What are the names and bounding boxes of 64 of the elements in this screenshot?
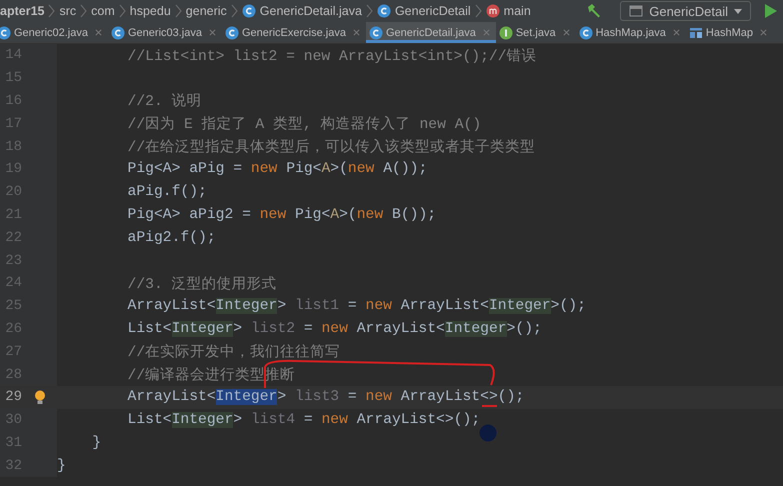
chevron-icon (80, 4, 88, 18)
chevron-icon (366, 4, 373, 18)
caret-icon (734, 8, 742, 14)
chevron-icon (118, 4, 126, 18)
code-line: //2. 说明 (126, 92, 202, 110)
code-line: //编译器会进行类型推断 (126, 366, 296, 384)
code-line: //在给泛型指定具体类型后，可以传入该类型或者其子类类型 (126, 138, 536, 156)
editor-tab[interactable]: Generic03.java (108, 22, 222, 43)
class-icon (225, 26, 239, 40)
code-line: //List<int> list2 = new ArrayList<int>();//错误 (126, 47, 537, 65)
window-icon (629, 5, 644, 17)
breadcrumb-item[interactable]: GenericDetail.java (242, 4, 362, 18)
class-icon (368, 26, 383, 40)
chevron-icon (48, 4, 56, 18)
code-line: ArrayList<Integer> list3 = new ArrayList<>(); (126, 389, 524, 406)
editor-tab[interactable]: Set.java (496, 22, 576, 43)
hammer-icon[interactable] (586, 3, 602, 19)
interface-icon (498, 26, 513, 40)
editor-tab[interactable]: HashMap.java (576, 22, 686, 43)
class-icon (111, 26, 125, 40)
close-icon[interactable] (672, 29, 680, 36)
class-icon (376, 4, 391, 18)
breadcrumb-item[interactable]: GenericDetail (376, 4, 471, 18)
code-line: //3. 泛型的使用形式 (126, 275, 277, 293)
code-line: ArrayList<Integer> list1 = new ArrayList<Integer>(); (126, 298, 586, 314)
breadcrumb-item[interactable]: src (59, 4, 76, 18)
method-icon (486, 4, 500, 18)
breadcrumb-item[interactable]: com (91, 4, 115, 18)
editor-tab[interactable]: GenericDetail.java (366, 22, 496, 43)
class-icon (242, 4, 256, 18)
close-icon[interactable] (482, 29, 490, 36)
close-icon[interactable] (562, 29, 570, 36)
chevron-icon (174, 4, 182, 18)
code-line: Pig<A> aPig = new Pig<A>(new A()); (126, 161, 428, 178)
line-number: 29 (4, 388, 22, 408)
chevron-icon (474, 4, 482, 18)
close-icon[interactable] (95, 29, 102, 36)
breadcrumb-item[interactable]: apter15 (0, 4, 44, 18)
code-line: //在实际开发中，我们往往简写 (126, 342, 340, 362)
run-configuration-dropdown[interactable]: GenericDetail (620, 1, 751, 21)
code-line: List<Integer> list4 = new ArrayList<>(); (126, 412, 480, 428)
cursor-dot-icon (479, 424, 497, 442)
code-line: List<Integer> list2 = new ArrayList<Integer>(); (126, 320, 542, 337)
close-icon[interactable] (352, 29, 360, 36)
code-line: //因为 E 指定了 A 类型, 构造器传入了 new A() (126, 114, 482, 134)
close-icon[interactable] (760, 29, 767, 36)
code-line: } (91, 434, 102, 451)
breadcrumb-item[interactable]: hspedu (130, 4, 171, 18)
close-icon[interactable] (209, 29, 216, 36)
editor-tab[interactable]: GenericExercise.java (222, 22, 366, 43)
code-line: } (57, 458, 66, 474)
code-line: aPig.f(); (126, 184, 207, 200)
run-icon[interactable] (765, 4, 777, 18)
editor-tab[interactable]: HashMap (686, 22, 773, 43)
breadcrumb-item[interactable]: generic (186, 4, 227, 18)
lightbulb-icon[interactable] (34, 390, 46, 405)
breadcrumb-item[interactable]: main (486, 4, 531, 18)
code-line: Pig<A> aPig2 = new Pig<A>(new B()); (126, 206, 436, 223)
code-line: aPig2.f(); (126, 230, 216, 246)
class-icon (0, 26, 11, 40)
chevron-icon (230, 4, 238, 18)
editor-tab[interactable]: Generic02.java (0, 22, 108, 43)
class-icon (578, 26, 593, 40)
structure-icon (688, 26, 703, 40)
